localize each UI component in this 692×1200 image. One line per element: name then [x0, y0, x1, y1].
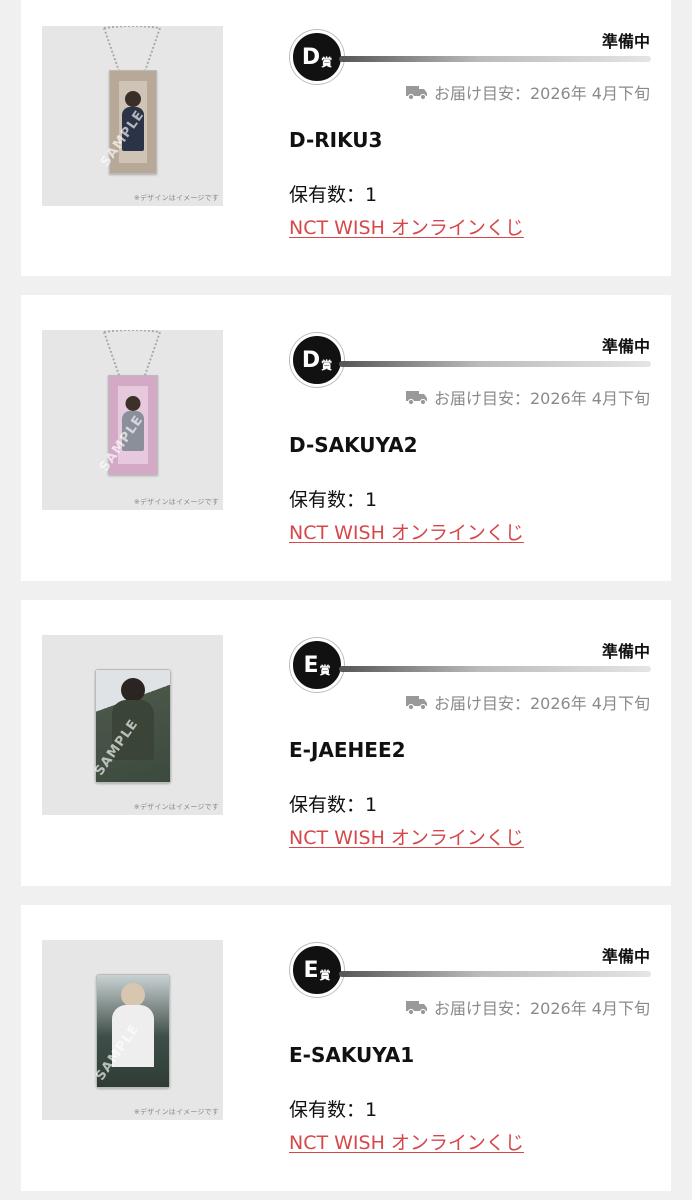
prize-grade: D: [301, 347, 321, 373]
quantity-text: 保有数：1: [289, 489, 378, 511]
item-name: E-SAKUYA1: [289, 1043, 415, 1067]
prize-suffix: 賞: [319, 663, 331, 677]
prize-card: SAMPLE ※デザインはイメージです E賞 準備中 お届け目安：2026年 4…: [21, 600, 671, 886]
item-name: D-RIKU3: [289, 128, 383, 152]
prize-grade: D: [301, 44, 321, 70]
progress-line: [339, 971, 651, 977]
delivery-text: お届け目安：2026年 4月下旬: [434, 84, 650, 103]
progress-line: [339, 361, 651, 367]
progress-line: [339, 56, 651, 62]
item-name: D-SAKUYA2: [289, 433, 418, 457]
image-caption: ※デザインはイメージです: [133, 803, 219, 811]
status-label: 準備中: [601, 642, 650, 661]
prize-grade-badge: D賞: [290, 30, 344, 84]
delivery-text: お届け目安：2026年 4月下旬: [434, 999, 650, 1018]
delivery-estimate: お届け目安：2026年 4月下旬: [406, 385, 650, 409]
truck-icon: [406, 696, 427, 710]
image-caption: ※デザインはイメージです: [133, 1108, 219, 1116]
prize-card: SAMPLE ※デザインはイメージです D賞 準備中 お届け目安：2026年 4…: [21, 295, 671, 581]
photo-card: SAMPLE: [92, 669, 171, 783]
acrylic-plate: SAMPLE: [97, 375, 158, 475]
delivery-text: お届け目安：2026年 4月下旬: [434, 694, 650, 713]
acrylic-plate: SAMPLE: [98, 70, 157, 174]
status-label: 準備中: [601, 32, 650, 51]
progress-line: [339, 666, 651, 672]
delivery-estimate: お届け目安：2026年 4月下旬: [406, 80, 650, 104]
quantity-text: 保有数：1: [289, 1099, 378, 1121]
product-image[interactable]: SAMPLE ※デザインはイメージです: [42, 635, 223, 815]
prize-grade-badge: E賞: [290, 638, 344, 692]
item-name: E-JAEHEE2: [289, 738, 406, 762]
delivery-text: お届け目安：2026年 4月下旬: [434, 389, 650, 408]
image-caption: ※デザインはイメージです: [133, 194, 219, 202]
prize-suffix: 賞: [321, 358, 333, 372]
lottery-link[interactable]: NCT WISH オンラインくじ: [289, 1128, 524, 1155]
image-caption: ※デザインはイメージです: [133, 498, 219, 506]
quantity-text: 保有数：1: [289, 794, 378, 816]
quantity-text: 保有数：1: [289, 184, 378, 206]
prize-grade: E: [303, 957, 319, 983]
prize-grade-badge: D賞: [290, 333, 344, 387]
product-image[interactable]: SAMPLE ※デザインはイメージです: [42, 26, 223, 206]
prize-card: SAMPLE ※デザインはイメージです D賞 準備中 お届け目安：2026年 4…: [21, 0, 671, 276]
prize-grade-badge: E賞: [290, 943, 344, 997]
prize-grade: E: [303, 652, 319, 678]
truck-icon: [406, 391, 427, 405]
product-image[interactable]: SAMPLE ※デザインはイメージです: [42, 330, 223, 510]
lottery-link[interactable]: NCT WISH オンラインくじ: [289, 213, 524, 240]
truck-icon: [406, 86, 427, 100]
product-image[interactable]: SAMPLE ※デザインはイメージです: [42, 940, 223, 1120]
prize-suffix: 賞: [321, 55, 333, 69]
status-label: 準備中: [601, 337, 650, 356]
figure-head: [121, 983, 145, 1007]
lottery-link[interactable]: NCT WISH オンラインくじ: [289, 518, 524, 545]
delivery-estimate: お届け目安：2026年 4月下旬: [406, 690, 650, 714]
status-label: 準備中: [601, 947, 650, 966]
photo-card: SAMPLE: [93, 974, 170, 1088]
prize-card: SAMPLE ※デザインはイメージです E賞 準備中 お届け目安：2026年 4…: [21, 905, 671, 1191]
lottery-link[interactable]: NCT WISH オンラインくじ: [289, 823, 524, 850]
delivery-estimate: お届け目安：2026年 4月下旬: [406, 995, 650, 1019]
truck-icon: [406, 1001, 427, 1015]
prize-suffix: 賞: [319, 968, 331, 982]
